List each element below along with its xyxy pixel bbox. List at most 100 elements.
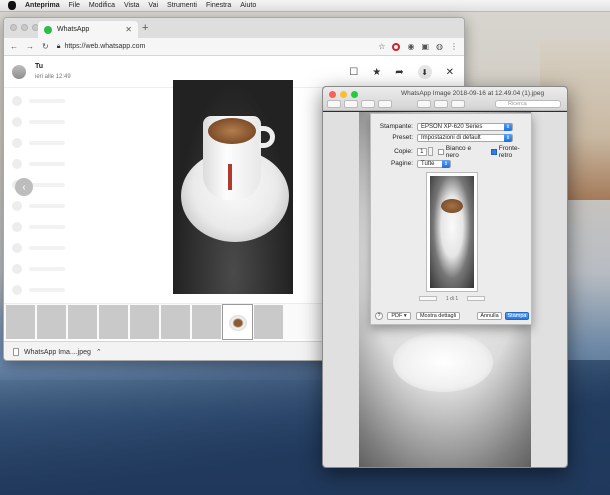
menu-kebab-icon[interactable]: ⋮ xyxy=(450,42,458,51)
ghostery-icon[interactable]: ◍ xyxy=(436,42,443,51)
menu-finestra[interactable]: Finestra xyxy=(206,2,231,9)
pages-select[interactable]: Tutte ⇕ xyxy=(417,159,451,168)
preview-margin-left xyxy=(323,112,359,467)
file-icon xyxy=(13,348,19,356)
copies-row: Copie: 1 Bianco e nero Fronte-retro xyxy=(371,144,533,159)
help-button[interactable]: ? xyxy=(375,312,383,320)
media-thumbnail[interactable] xyxy=(37,305,66,339)
previous-page-button[interactable] xyxy=(419,296,437,301)
duplex-checkbox[interactable] xyxy=(490,148,497,155)
zoom-in-icon[interactable] xyxy=(361,100,375,108)
preset-select[interactable]: Impostazioni di default ⇕ xyxy=(417,133,513,142)
forward-icon[interactable]: → xyxy=(26,42,34,51)
close-window-button[interactable] xyxy=(329,91,336,98)
menu-app-name[interactable]: Anteprima xyxy=(25,2,60,9)
cancel-button[interactable]: Annulla xyxy=(477,312,502,320)
preview-titlebar: WhatsApp Image 2018-09-16 at 12.49.04 (1… xyxy=(323,87,567,111)
copies-label: Copie: xyxy=(394,148,413,155)
sidebar-toggle-icon[interactable] xyxy=(327,100,341,108)
reload-icon[interactable]: ↻ xyxy=(42,42,49,51)
chat-icon[interactable]: ☐ xyxy=(349,67,358,78)
rotate-icon[interactable] xyxy=(434,100,448,108)
printer-row: Stampante: EPSON XP-620 Series ⇕ xyxy=(371,122,533,131)
address-bar[interactable]: 🔒︎ https://web.whatsapp.com xyxy=(57,43,371,51)
pdf-menu-button[interactable]: PDF ▾ xyxy=(387,312,411,320)
address-bar-row: ← → ↻ 🔒︎ https://web.whatsapp.com ☆ ◉ ▣ … xyxy=(4,38,464,56)
minimize-window-button[interactable] xyxy=(340,91,347,98)
next-page-button[interactable] xyxy=(466,296,485,301)
coffee-shape xyxy=(208,118,256,144)
preset-value: Impostazioni di default xyxy=(421,134,481,141)
list-item xyxy=(12,132,164,153)
bw-checkbox[interactable] xyxy=(437,148,444,155)
printer-select[interactable]: EPSON XP-620 Series ⇕ xyxy=(417,122,513,131)
menu-vai[interactable]: Vai xyxy=(148,2,158,9)
list-item xyxy=(12,111,164,132)
tab-whatsapp[interactable]: WhatsApp ✕ xyxy=(38,21,138,38)
window-controls xyxy=(329,91,358,98)
new-tab-icon[interactable]: + xyxy=(142,22,148,34)
menu-file[interactable]: File xyxy=(69,2,80,9)
show-details-button[interactable]: Mostra dettagli xyxy=(416,312,460,320)
back-icon[interactable]: ← xyxy=(10,42,18,51)
page-navigator: 1 di 1 xyxy=(419,296,485,302)
apple-logo-icon[interactable] xyxy=(8,1,16,10)
media-thumbnail[interactable] xyxy=(130,305,159,339)
search-input[interactable]: Ricerca xyxy=(495,100,561,108)
menu-bar: Anteprima File Modifica Vista Vai Strume… xyxy=(0,0,610,12)
coffee-shape xyxy=(441,199,463,213)
close-window-button[interactable] xyxy=(10,24,17,31)
zoom-window-button[interactable] xyxy=(351,91,358,98)
list-item xyxy=(12,90,164,111)
markup-icon[interactable] xyxy=(417,100,431,108)
saucer-background-shape xyxy=(393,332,493,392)
preview-toolbar xyxy=(327,100,465,108)
preset-label: Preset: xyxy=(392,134,413,141)
close-icon[interactable]: ✕ xyxy=(446,67,454,78)
menu-aiuto[interactable]: Aiuto xyxy=(240,2,256,9)
list-item xyxy=(12,195,164,216)
copies-field[interactable]: 1 xyxy=(416,147,427,156)
chevron-down-icon: ⇕ xyxy=(442,159,450,168)
background-chat-list xyxy=(4,90,164,320)
list-item xyxy=(12,153,164,174)
contact-name: Tu xyxy=(35,62,44,70)
menu-vista[interactable]: Vista xyxy=(124,2,139,9)
zoom-out-icon[interactable] xyxy=(344,100,358,108)
media-thumbnail[interactable] xyxy=(254,305,283,339)
bw-label: Bianco e nero xyxy=(445,144,472,159)
toolbar-icons: ☆ ◉ ▣ ◍ ⋮ xyxy=(378,42,458,51)
media-thumbnail[interactable] xyxy=(6,305,35,339)
cup-logo-shape xyxy=(228,164,232,190)
extension-opera-icon[interactable] xyxy=(392,42,401,51)
star-icon[interactable]: ★ xyxy=(372,67,381,78)
menu-strumenti[interactable]: Strumenti xyxy=(167,2,197,9)
media-thumbnail-active[interactable] xyxy=(223,305,252,339)
annotate-icon[interactable] xyxy=(451,100,465,108)
forward-message-icon[interactable]: ➦ xyxy=(395,67,403,78)
list-item xyxy=(12,237,164,258)
chevron-up-icon[interactable]: ⌃ xyxy=(96,348,102,356)
previous-media-button[interactable]: ‹ xyxy=(15,178,33,196)
preview-margin-right xyxy=(531,112,567,467)
bookmark-star-icon[interactable]: ☆ xyxy=(378,42,385,51)
copies-stepper[interactable] xyxy=(427,147,433,156)
pages-row: Pagine: Tutte ⇕ xyxy=(371,159,533,168)
media-thumbnail[interactable] xyxy=(68,305,97,339)
extension-icon[interactable]: ◉ xyxy=(407,42,414,51)
media-thumbnail[interactable] xyxy=(161,305,190,339)
print-button-bar: ? PDF ▾ Mostra dettagli Annulla Stampa xyxy=(371,311,533,323)
avatar[interactable] xyxy=(12,64,26,79)
close-tab-icon[interactable]: ✕ xyxy=(125,25,132,34)
print-button[interactable]: Stampa xyxy=(505,312,529,320)
menu-modifica[interactable]: Modifica xyxy=(89,2,115,9)
pocket-icon[interactable]: ▣ xyxy=(421,42,429,51)
list-item xyxy=(12,258,164,279)
download-icon[interactable]: ⬇ xyxy=(417,65,432,79)
chevron-down-icon: ⇕ xyxy=(504,122,512,131)
media-thumbnail[interactable] xyxy=(192,305,221,339)
minimize-window-button[interactable] xyxy=(21,24,28,31)
media-thumbnail[interactable] xyxy=(99,305,128,339)
share-icon[interactable] xyxy=(378,100,392,108)
download-item[interactable]: WhatsApp Ima....jpeg xyxy=(24,349,91,356)
